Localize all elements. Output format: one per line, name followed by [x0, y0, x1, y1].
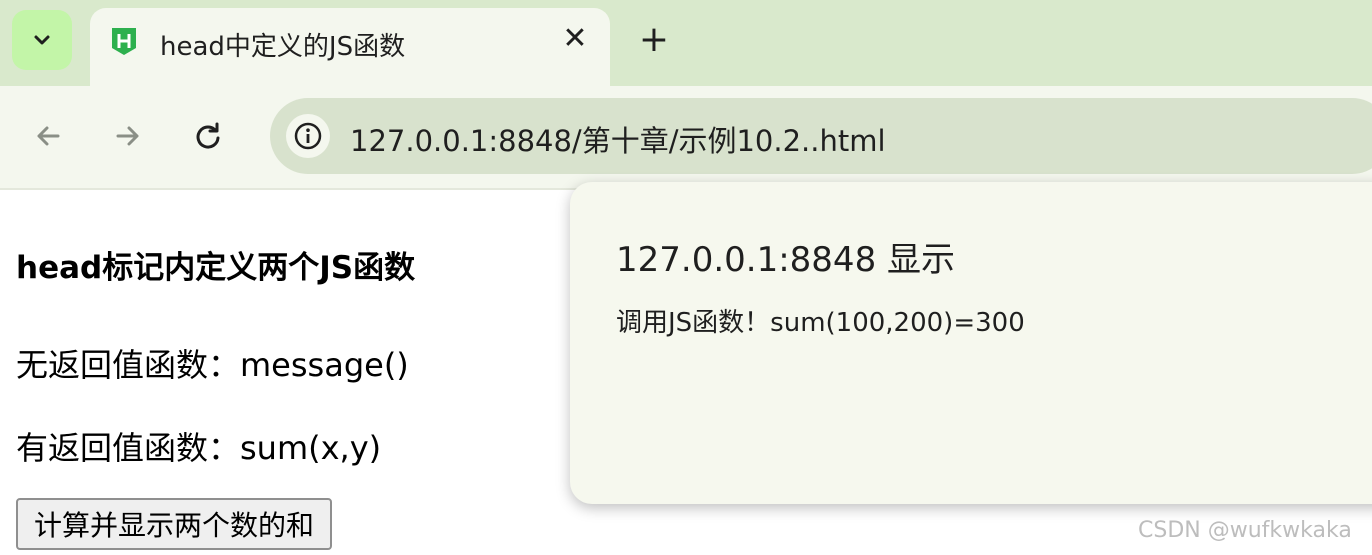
- tab-strip: head中定义的JS函数 ✕ +: [0, 0, 1372, 86]
- toolbar: 127.0.0.1:8848/第十章/示例10.2..html: [0, 86, 1372, 190]
- active-tab[interactable]: head中定义的JS函数 ✕: [90, 8, 610, 86]
- close-icon[interactable]: ✕: [560, 24, 590, 54]
- url-text[interactable]: 127.0.0.1:8848/第十章/示例10.2..html: [350, 118, 886, 160]
- dialog-message: 调用JS函数！sum(100,200)=300: [616, 308, 1025, 338]
- site-info-button[interactable]: [286, 114, 330, 158]
- reload-button[interactable]: [188, 116, 228, 156]
- tab-title: head中定义的JS函数: [160, 32, 406, 62]
- function-description-sum: 有返回值函数：sum(x,y): [16, 429, 382, 467]
- arrow-right-icon: [116, 126, 139, 146]
- dialog-title: 127.0.0.1:8848 显示: [616, 240, 956, 280]
- watermark: CSDN @wufkwkaka: [1138, 518, 1352, 543]
- chevron-down-icon: [34, 35, 50, 45]
- info-icon: [294, 122, 322, 150]
- back-button[interactable]: [28, 116, 68, 156]
- tab-search-button[interactable]: [12, 10, 72, 70]
- reload-icon: [196, 122, 220, 149]
- forward-button[interactable]: [108, 116, 148, 156]
- hbuilder-h-icon: [112, 28, 136, 55]
- calculate-sum-button[interactable]: 计算并显示两个数的和: [16, 498, 333, 550]
- alert-dialog: 127.0.0.1:8848 显示 调用JS函数！sum(100,200)=30…: [570, 182, 1372, 504]
- new-tab-button[interactable]: +: [638, 22, 670, 58]
- address-bar[interactable]: 127.0.0.1:8848/第十章/示例10.2..html: [270, 98, 1372, 174]
- page-heading: head标记内定义两个JS函数: [16, 250, 416, 286]
- function-description-message: 无返回值函数：message(): [16, 346, 409, 384]
- arrow-left-icon: [37, 126, 60, 146]
